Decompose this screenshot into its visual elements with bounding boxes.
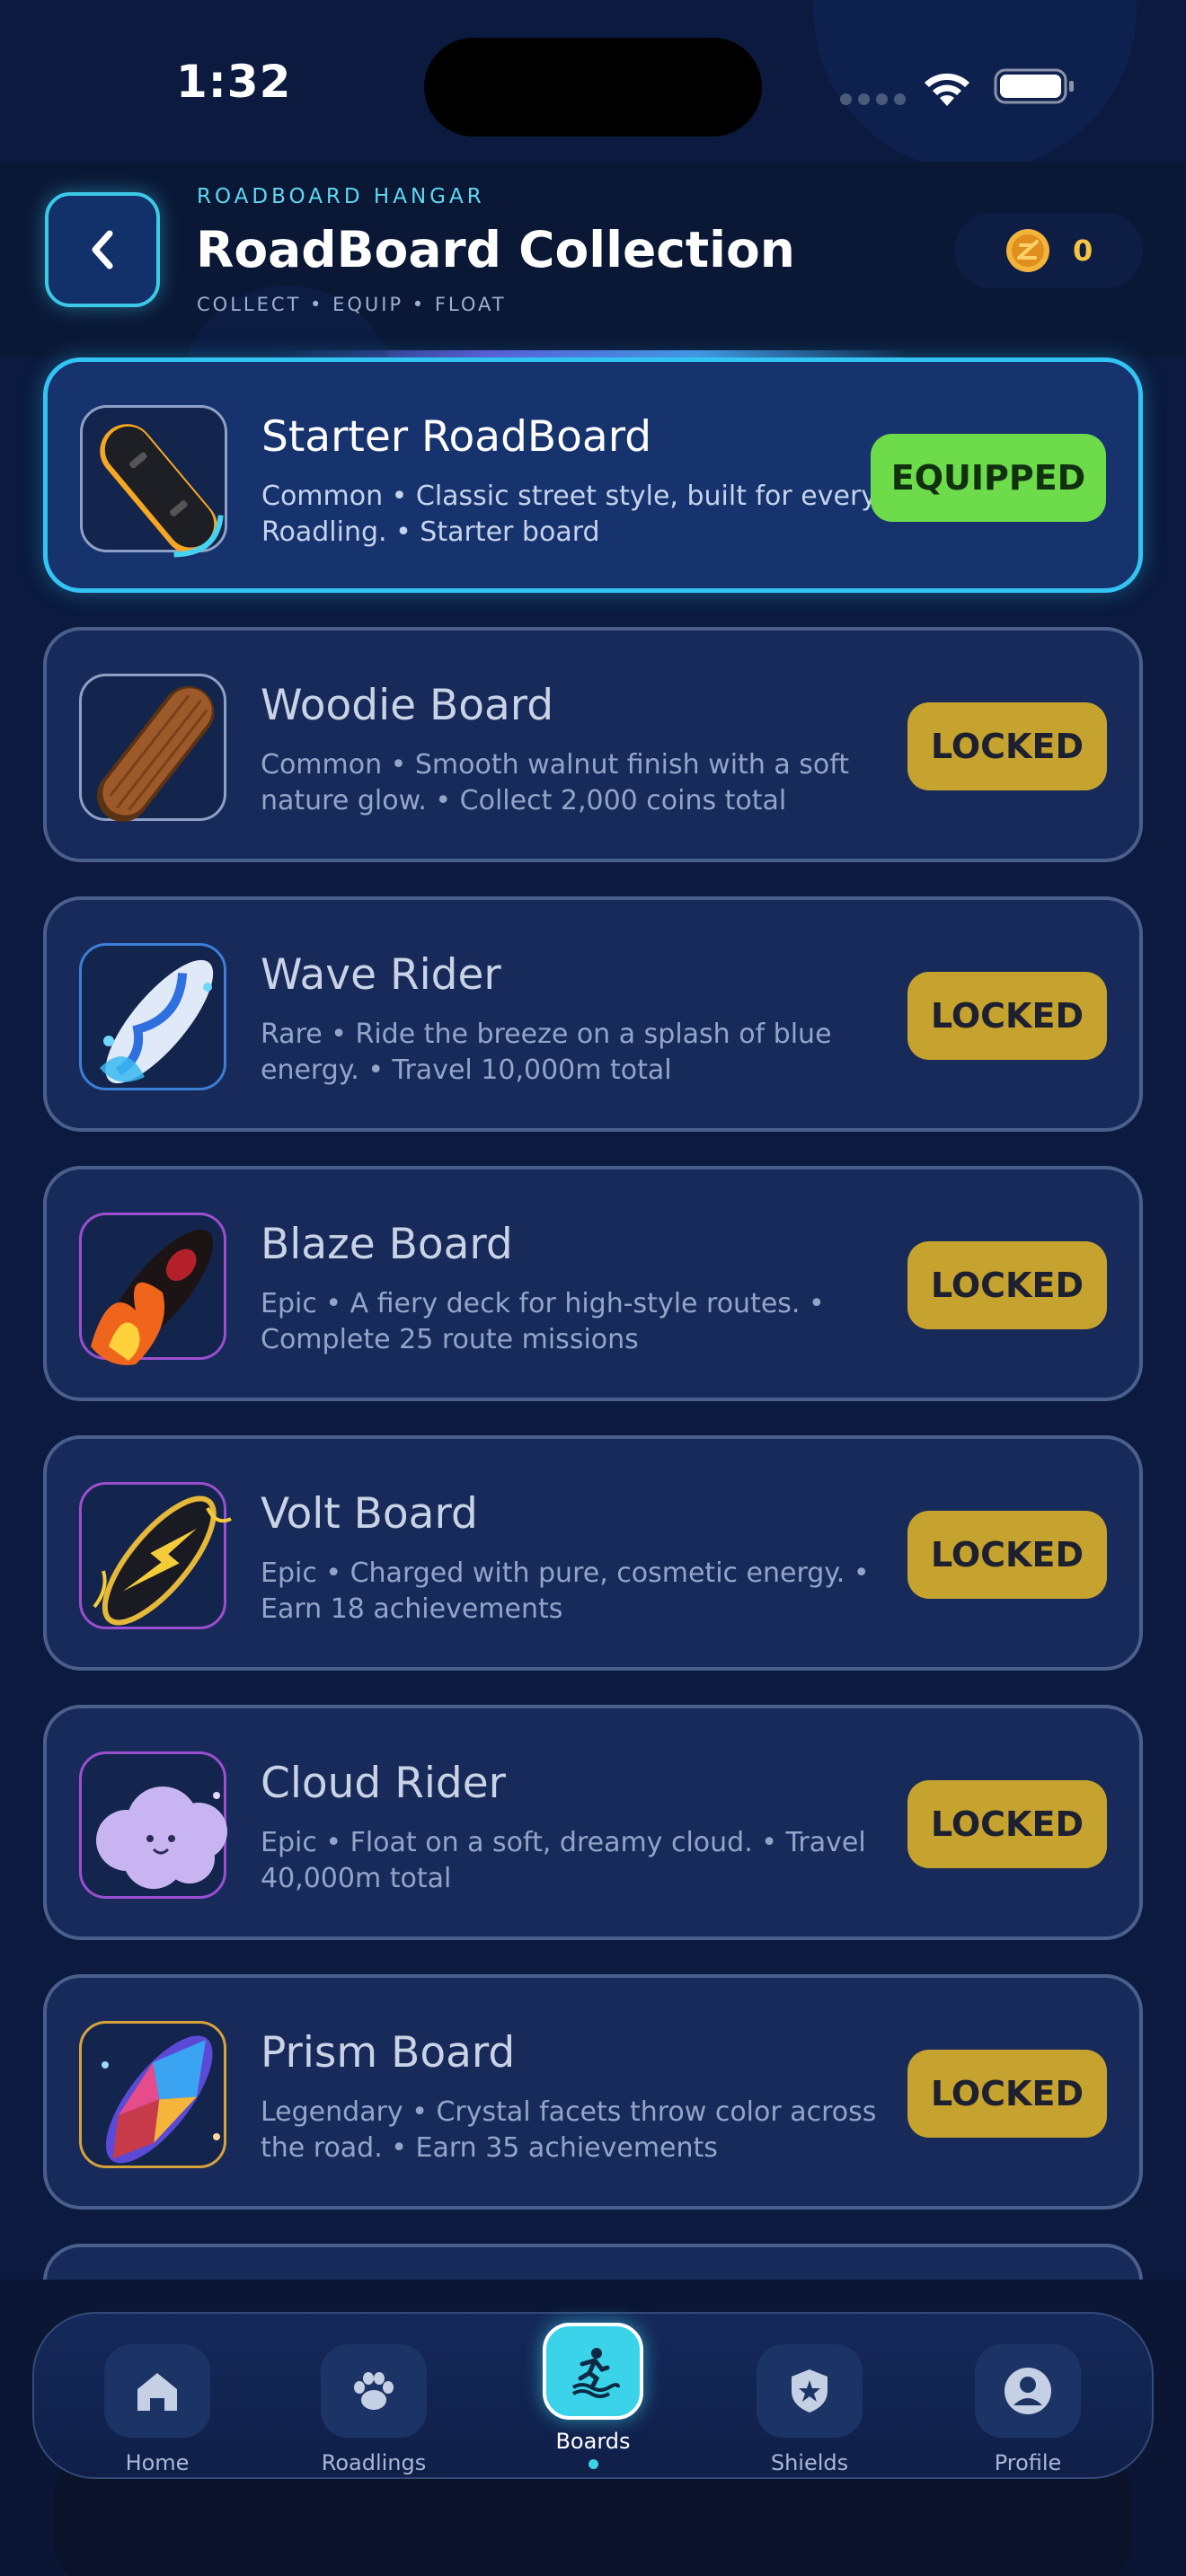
paw-icon — [354, 2372, 394, 2410]
equipped-button[interactable]: EQUIPPED — [871, 434, 1106, 522]
surfer-icon — [571, 2348, 620, 2398]
profile-icon — [1005, 2368, 1051, 2414]
page-title: RoadBoard Collection — [196, 221, 795, 278]
shield-star-icon — [792, 2369, 828, 2413]
coin-count: 0 — [1073, 234, 1093, 268]
cellular-signal-icon — [840, 93, 906, 105]
board-name: Volt Board — [261, 1489, 478, 1539]
nav-item-boards[interactable]: Boards — [512, 2323, 674, 2469]
status-time: 1:32 — [176, 56, 292, 108]
nav-label: Shields — [770, 2450, 849, 2475]
board-name: Blaze Board — [261, 1220, 513, 1269]
board-thumbnail — [79, 1213, 226, 1365]
board-card[interactable]: Wave Rider Rare • Ride the breeze on a s… — [43, 896, 1143, 1132]
dynamic-island — [424, 38, 762, 137]
board-thumbnail — [79, 1482, 232, 1629]
header-subtitle: COLLECT • EQUIP • FLOAT — [197, 294, 507, 315]
board-description: Legendary • Crystal facets throw color a… — [261, 2096, 877, 2164]
board-thumbnail — [79, 1751, 227, 1899]
board-description: Rare • Ride the breeze on a splash of bl… — [261, 1019, 832, 1086]
back-button[interactable] — [45, 192, 160, 307]
board-thumbnail — [79, 2021, 226, 2168]
nav-label: Profile — [994, 2450, 1062, 2475]
cloud-rider-icon — [96, 1786, 227, 1889]
nav-item-home[interactable]: Home — [76, 2344, 238, 2475]
nav-item-shields[interactable]: Shields — [729, 2344, 890, 2475]
board-thumbnail — [80, 405, 227, 558]
board-card[interactable]: Cloud Rider Epic • Float on a soft, drea… — [43, 1705, 1143, 1940]
board-description: Common • Classic street style, built for… — [261, 481, 878, 548]
board-card[interactable]: Blaze Board Epic • A fiery deck for high… — [43, 1166, 1143, 1401]
wave-rider-icon — [100, 959, 214, 1084]
board-card[interactable]: Volt Board Epic • Charged with pure, cos… — [43, 1435, 1143, 1671]
coin-balance: 0 — [954, 213, 1143, 288]
board-card[interactable]: Woodie Board Common • Smooth walnut fini… — [43, 627, 1143, 862]
nav-label: Boards — [555, 2429, 631, 2454]
board-description: Common • Smooth walnut finish with a sof… — [261, 749, 850, 816]
board-name: Woodie Board — [261, 681, 554, 730]
locked-button[interactable]: LOCKED — [907, 1511, 1107, 1599]
board-name: Prism Board — [261, 2028, 516, 2078]
board-description: Epic • Charged with pure, cosmetic energ… — [261, 1557, 870, 1625]
background-glow — [813, 0, 1137, 171]
board-description: Epic • A fiery deck for high-style route… — [261, 1288, 825, 1355]
board-card[interactable]: Prism Board Legendary • Crystal facets t… — [43, 1974, 1143, 2210]
board-card[interactable]: Starter RoadBoard Common • Classic stree… — [43, 357, 1143, 593]
starter-board-icon — [100, 424, 224, 558]
locked-button[interactable]: LOCKED — [907, 1241, 1107, 1329]
board-name: Wave Rider — [261, 950, 501, 1000]
prism-board-icon — [102, 2035, 220, 2164]
nav-item-roadlings[interactable]: Roadlings — [293, 2344, 455, 2475]
header-eyebrow: ROADBOARD HANGAR — [197, 185, 485, 208]
locked-button[interactable]: LOCKED — [907, 2050, 1107, 2138]
board-name: Cloud Rider — [261, 1759, 506, 1808]
coin-icon — [1006, 229, 1049, 272]
board-thumbnail — [79, 674, 226, 822]
locked-button[interactable]: LOCKED — [907, 1780, 1107, 1868]
board-name: Starter RoadBoard — [261, 412, 652, 462]
chevron-left-icon — [92, 230, 113, 269]
active-indicator — [588, 2459, 598, 2469]
home-icon — [137, 2373, 177, 2411]
locked-button[interactable]: LOCKED — [907, 972, 1107, 1060]
board-thumbnail — [79, 943, 226, 1090]
nav-label: Roadlings — [321, 2450, 427, 2475]
locked-button[interactable]: LOCKED — [907, 702, 1107, 790]
board-description: Epic • Float on a soft, dreamy cloud. • … — [261, 1827, 866, 1894]
woodie-board-icon — [96, 685, 215, 822]
volt-board-icon — [93, 1495, 232, 1626]
battery-icon — [994, 68, 1074, 104]
blaze-board-icon — [91, 1229, 214, 1365]
wifi-icon — [925, 73, 969, 106]
nav-label: Home — [125, 2450, 190, 2475]
nav-item-profile[interactable]: Profile — [947, 2344, 1109, 2475]
